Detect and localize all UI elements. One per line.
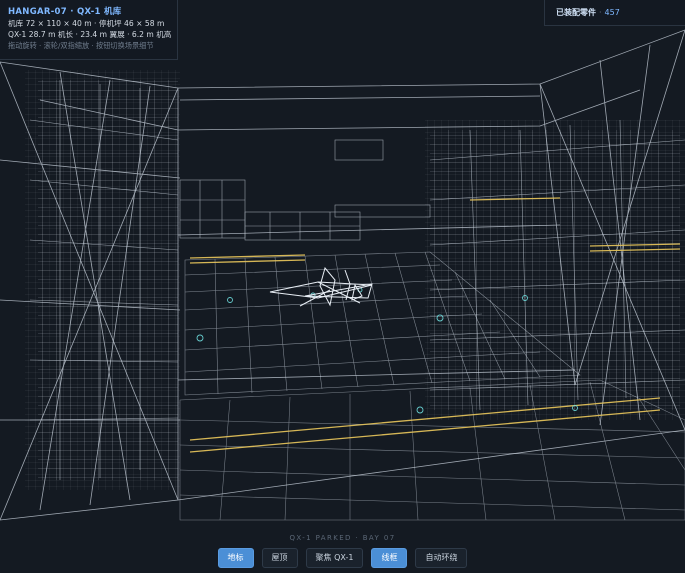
aircraft-dimensions: QX-1 28.7 m 机长 · 23.4 m 翼展 · 6.2 m 机高 xyxy=(8,30,172,39)
hangar-wireframe-viewport[interactable] xyxy=(0,0,685,573)
auto-orbit-button[interactable]: 自动环绕 xyxy=(415,548,468,568)
hangar-title: HANGAR-07 · QX-1 机库 xyxy=(8,7,122,17)
assembled-parts-panel: 已装配零件 · 457 xyxy=(544,0,685,26)
assembled-parts-separator: · xyxy=(599,8,602,17)
landmark-button[interactable]: 地标 xyxy=(217,548,254,568)
hangar-dimensions: 机库 72 × 110 × 40 m · 停机坪 46 × 58 m xyxy=(8,19,165,28)
assembled-parts-label: 已装配零件 xyxy=(556,8,596,17)
status-line: QX-1 PARKED · BAY 07 xyxy=(289,534,396,542)
left-shelving xyxy=(25,70,180,490)
back-wall-rack xyxy=(179,139,431,241)
wireframe-button[interactable]: 线框 xyxy=(371,548,408,568)
controls-hint: 拖动旋转 · 滚轮/双指缩放 · 按钮切换场景细节 xyxy=(8,41,154,50)
aircraft-icon[interactable] xyxy=(269,266,373,307)
view-toolbar: 地标 屋顶 聚焦 QX-1 线框 自动环绕 xyxy=(0,548,685,568)
focus-qx1-button[interactable]: 聚焦 QX-1 xyxy=(305,548,364,568)
assembled-parts-count: 457 xyxy=(604,8,620,17)
roof-button[interactable]: 屋顶 xyxy=(261,548,298,568)
right-shelving xyxy=(425,119,685,420)
hangar-info-panel: HANGAR-07 · QX-1 机库 机库 72 × 110 × 40 m ·… xyxy=(0,0,178,60)
